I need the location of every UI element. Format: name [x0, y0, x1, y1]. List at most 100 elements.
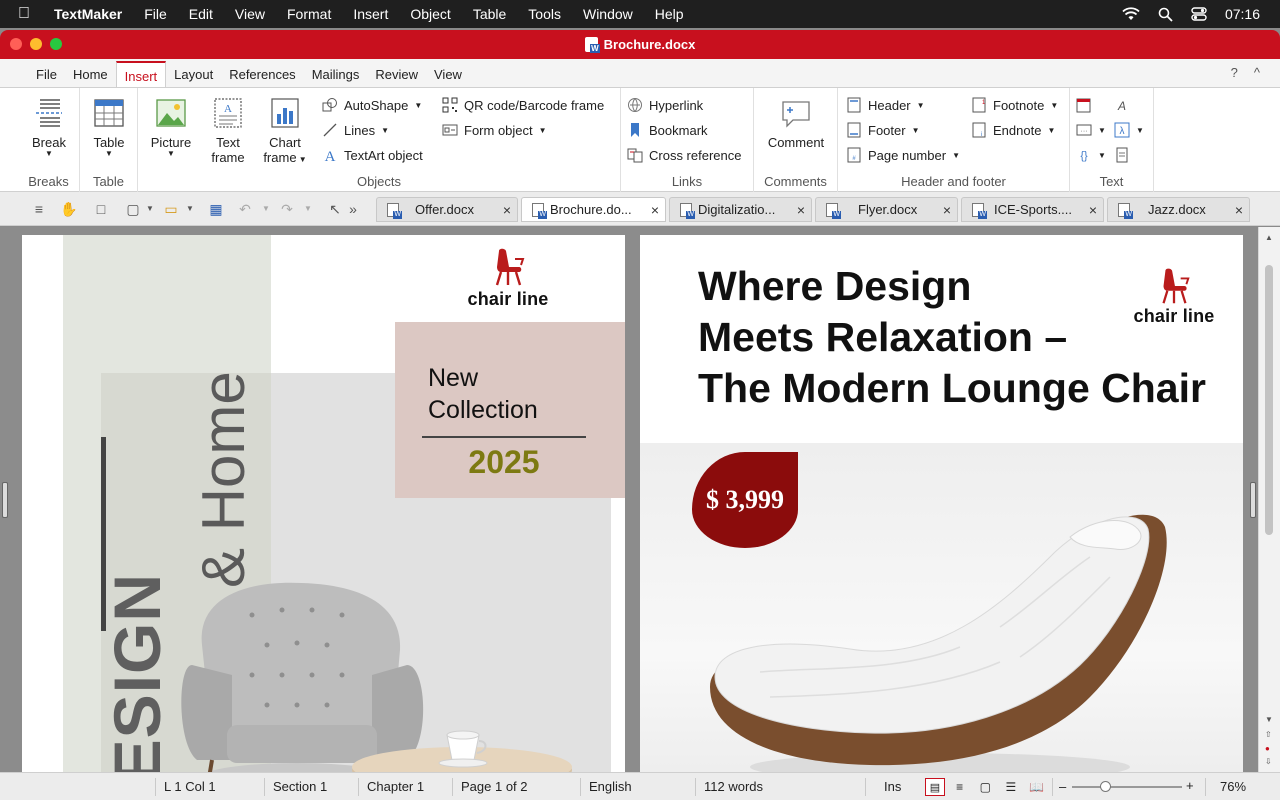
chevron-down-icon[interactable]: ▼ — [257, 200, 275, 218]
table-button[interactable]: Table ▼ — [82, 96, 136, 158]
insert-document-button[interactable] — [1114, 144, 1136, 166]
right-pane-handle[interactable] — [1250, 482, 1256, 518]
status-word-count[interactable]: 112 words — [695, 778, 763, 796]
form-object-button[interactable]: Form object ▼ — [442, 119, 547, 141]
pointer-icon[interactable]: ↖ — [326, 200, 344, 218]
master-view-icon[interactable]: ☰ — [1000, 778, 1022, 796]
footer-button[interactable]: Footer ▼ — [846, 119, 920, 141]
close-tab-icon[interactable]: × — [1229, 202, 1249, 218]
bookmark-button[interactable]: Bookmark — [627, 119, 708, 141]
book-view-icon[interactable]: 📖 — [1026, 778, 1048, 796]
status-insert-mode[interactable]: Ins — [865, 778, 901, 796]
control-center-icon[interactable] — [1191, 7, 1207, 21]
chevron-down-icon[interactable]: ▼ — [181, 200, 199, 218]
normal-view-icon[interactable]: ▤ — [925, 778, 945, 796]
page-view-icon[interactable]: ▢ — [974, 778, 996, 796]
collapse-ribbon-button[interactable]: ^ — [1254, 65, 1260, 80]
zoom-in-button[interactable]: + — [1186, 778, 1194, 793]
scroll-up-icon[interactable]: ▲ — [1265, 233, 1273, 242]
cross-reference-button[interactable]: Cross reference — [627, 144, 741, 166]
scroll-down-icon[interactable]: ▼ — [1265, 715, 1273, 724]
menu-window[interactable]: Window — [583, 6, 633, 22]
textart-button[interactable]: A TextArt object — [322, 144, 423, 166]
autoshape-button[interactable]: AutoShape ▼ — [322, 94, 422, 116]
menu-edit[interactable]: Edit — [189, 6, 213, 22]
qr-code-button[interactable]: QR code/Barcode frame — [442, 94, 604, 116]
close-tab-icon[interactable]: × — [645, 202, 665, 218]
status-language[interactable]: English — [580, 778, 632, 796]
redo-icon[interactable]: ↷ — [278, 200, 296, 218]
footnote-button[interactable]: 1 Footnote ▼ — [971, 94, 1058, 116]
spotlight-search-icon[interactable] — [1158, 7, 1173, 22]
close-tab-icon[interactable]: × — [1083, 202, 1103, 218]
endnote-button[interactable]: i Endnote ▼ — [971, 119, 1055, 141]
browse-object-icon[interactable]: ● — [1265, 744, 1270, 753]
tab-review[interactable]: Review — [367, 61, 426, 87]
page-left[interactable]: DESIGN & Home chair line New Collection … — [22, 235, 625, 772]
break-button[interactable]: Break ▼ — [22, 96, 76, 158]
status-chapter[interactable]: Chapter 1 — [358, 778, 424, 796]
menu-table[interactable]: Table — [473, 6, 506, 22]
doc-tab-ice-sports[interactable]: ICE-Sports.... × — [961, 197, 1104, 222]
left-pane-handle[interactable] — [2, 482, 8, 518]
help-button[interactable]: ? — [1231, 65, 1238, 80]
zoom-level[interactable]: 76% — [1205, 778, 1246, 796]
menu-view[interactable]: View — [235, 6, 265, 22]
zoom-window-button[interactable] — [50, 38, 62, 50]
insert-variable-button[interactable]: {} ▼ — [1076, 144, 1106, 166]
menu-tools[interactable]: Tools — [528, 6, 561, 22]
menu-object[interactable]: Object — [410, 6, 450, 22]
save-icon[interactable]: ▦ — [207, 200, 225, 218]
menu-file[interactable]: File — [144, 6, 167, 22]
minimize-window-button[interactable] — [30, 38, 42, 50]
doc-tab-flyer[interactable]: Flyer.docx × — [815, 197, 958, 222]
wifi-icon[interactable] — [1122, 7, 1140, 21]
insert-date-button[interactable] — [1076, 94, 1098, 116]
zoom-out-button[interactable]: – — [1052, 778, 1066, 796]
menu-help[interactable]: Help — [655, 6, 684, 22]
document-canvas[interactable]: DESIGN & Home chair line New Collection … — [0, 227, 1280, 772]
insert-symbol-button[interactable]: A — [1114, 94, 1136, 116]
close-window-button[interactable] — [10, 38, 22, 50]
new-document-icon[interactable]: ▢ — [124, 200, 142, 218]
previous-page-icon[interactable]: ⇧ — [1265, 730, 1272, 739]
menubar-clock[interactable]: 07:16 — [1225, 6, 1260, 22]
lines-button[interactable]: Lines ▼ — [322, 119, 389, 141]
menu-insert[interactable]: Insert — [353, 6, 388, 22]
open-folder-icon[interactable]: ▭ — [162, 200, 180, 218]
tab-view[interactable]: View — [426, 61, 470, 87]
tab-insert[interactable]: Insert — [115, 61, 167, 87]
page-right[interactable]: Where Design Meets Relaxation – The Mode… — [640, 235, 1243, 772]
next-page-icon[interactable]: ⇩ — [1265, 757, 1272, 766]
chevron-down-icon[interactable]: ▼ — [299, 200, 317, 218]
status-section[interactable]: Section 1 — [264, 778, 327, 796]
doc-tab-jazz[interactable]: Jazz.docx × — [1107, 197, 1250, 222]
comment-button[interactable]: Comment — [764, 96, 828, 150]
zoom-slider[interactable] — [1072, 786, 1182, 788]
hand-tool-icon[interactable]: ✋ — [60, 200, 78, 218]
undo-icon[interactable]: ↶ — [236, 200, 254, 218]
chart-frame-button[interactable]: Chart frame ▼ — [258, 96, 312, 167]
zoom-slider-handle[interactable] — [1100, 781, 1111, 792]
outline-view-icon[interactable]: ≡ — [949, 778, 971, 796]
more-tools-icon[interactable]: » — [344, 200, 362, 218]
hyperlink-button[interactable]: Hyperlink — [627, 94, 703, 116]
menu-format[interactable]: Format — [287, 6, 331, 22]
doc-tab-brochure[interactable]: Brochure.do... × — [521, 197, 666, 222]
status-page[interactable]: Page 1 of 2 — [452, 778, 528, 796]
close-tab-icon[interactable]: × — [497, 202, 517, 218]
menu-app-name[interactable]: TextMaker — [54, 6, 122, 22]
insert-formula-button[interactable]: λ ▼ — [1114, 119, 1144, 141]
apple-menu-icon[interactable]:  — [18, 5, 38, 23]
tab-references[interactable]: References — [221, 61, 303, 87]
tab-home[interactable]: Home — [65, 61, 116, 87]
tab-mailings[interactable]: Mailings — [304, 61, 368, 87]
header-button[interactable]: Header ▼ — [846, 94, 925, 116]
scrollbar-thumb[interactable] — [1265, 265, 1273, 535]
insert-field-button[interactable]: ··· ▼ — [1076, 119, 1106, 141]
edit-mode-icon[interactable]: □ — [92, 200, 110, 218]
picture-button[interactable]: Picture ▼ — [144, 96, 198, 158]
page-number-button[interactable]: # Page number ▼ — [846, 144, 960, 166]
close-tab-icon[interactable]: × — [791, 202, 811, 218]
vertical-scrollbar[interactable]: ▲ ▼ ⇧ ● ⇩ — [1258, 227, 1280, 772]
